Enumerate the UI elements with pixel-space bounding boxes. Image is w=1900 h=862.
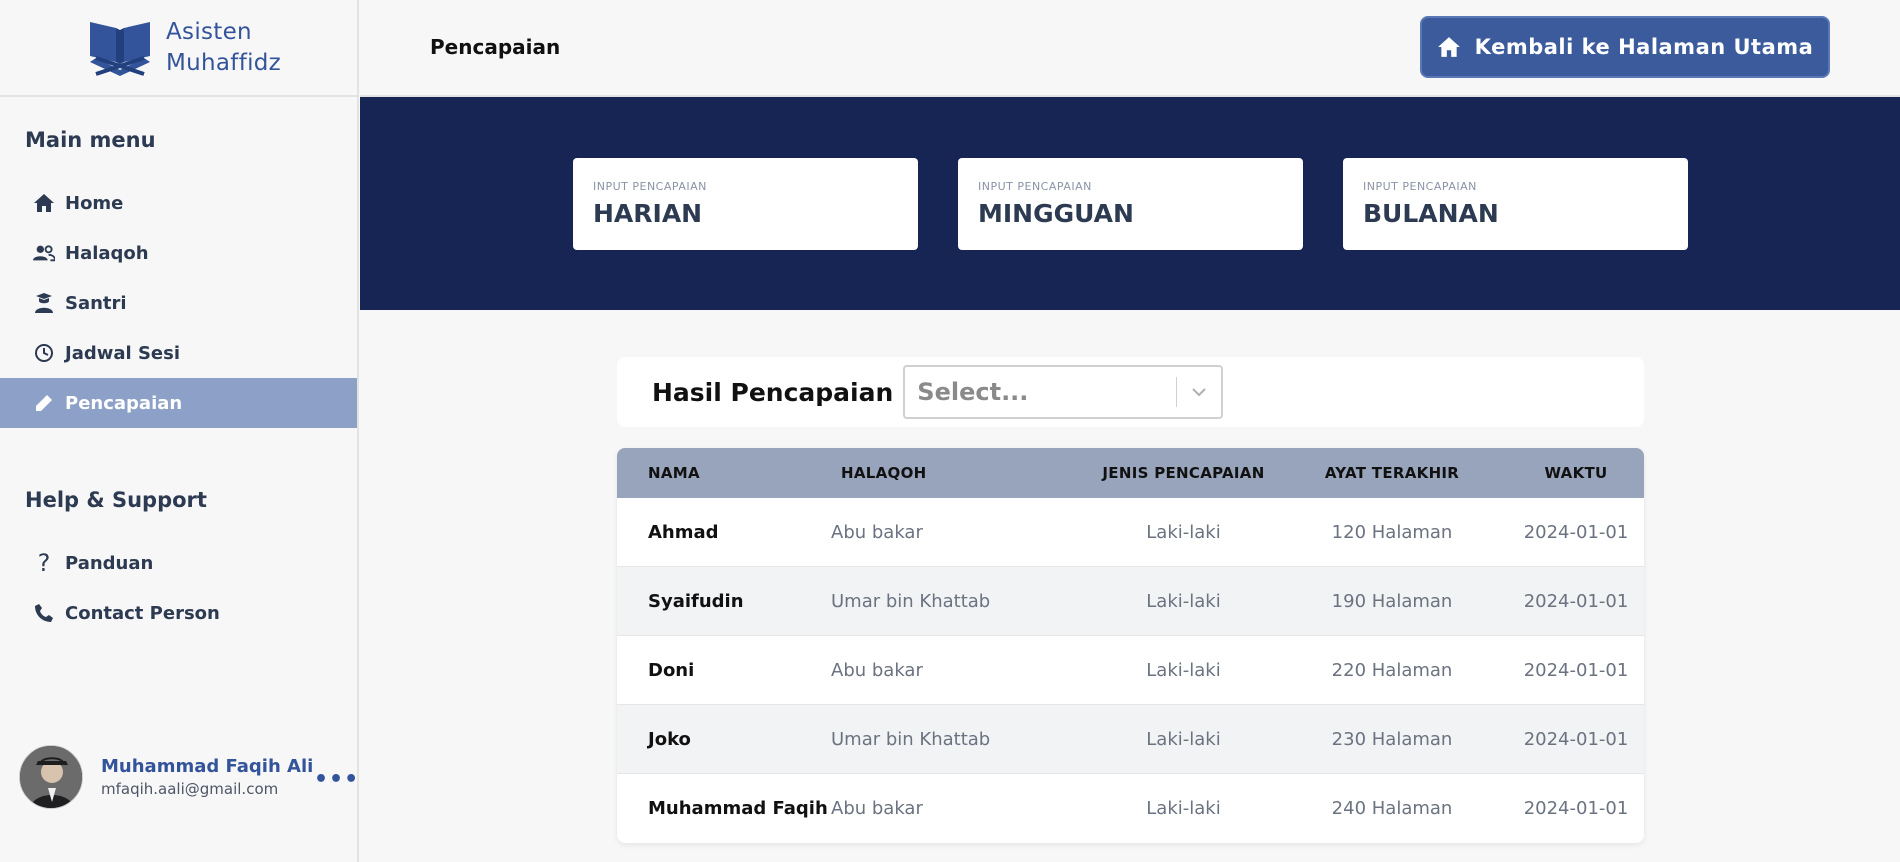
column-header-ayat[interactable]: AYAT TERAKHIR (1276, 464, 1508, 482)
cell-waktu: 2024-01-01 (1523, 798, 1629, 819)
app-name: Asisten Muhaffidz (166, 17, 281, 79)
card-title: HARIAN (593, 199, 703, 228)
sidebar: Asisten Muhaffidz Main menu Home Halaqoh… (0, 0, 359, 862)
chevron-down-icon[interactable] (1177, 387, 1221, 397)
help-support-heading: Help & Support (25, 488, 207, 512)
card-mingguan[interactable]: INPUT PENCAPAIAN MINGGUAN (958, 158, 1303, 250)
sidebar-item-home[interactable]: Home (0, 178, 357, 228)
cell-ayat: 240 Halaman (1331, 798, 1453, 819)
column-header-waktu[interactable]: WAKTU (1508, 464, 1644, 482)
clock-icon (33, 342, 55, 364)
sidebar-item-label: Contact Person (65, 602, 220, 624)
sidebar-item-contact-person[interactable]: Contact Person (0, 588, 357, 638)
app-name-line1: Asisten (166, 18, 252, 45)
cell-nama: Muhammad Faqih Ali (648, 798, 831, 819)
cell-waktu: 2024-01-01 (1523, 659, 1629, 681)
help-menu: ? Panduan Contact Person (0, 538, 357, 638)
results-label: Hasil Pencapaian (652, 377, 894, 407)
cell-ayat: 120 Halaman (1331, 521, 1453, 543)
home-icon (33, 192, 55, 214)
card-subtitle: INPUT PENCAPAIAN (593, 180, 707, 193)
sidebar-item-santri[interactable]: Santri (0, 278, 357, 328)
cell-jenis: Laki-laki (1146, 728, 1221, 750)
cell-halaqoh: Abu bakar (831, 798, 923, 819)
sidebar-item-label: Home (65, 192, 124, 214)
back-to-home-label: Kembali ke Halaman Utama (1474, 35, 1814, 59)
table-row[interactable]: Ahmad Abu bakar Laki-laki 120 Halaman 20… (617, 498, 1644, 567)
table-row[interactable]: Syaifudin Umar bin Khattab Laki-laki 190… (617, 567, 1644, 636)
cell-halaqoh: Abu bakar (831, 659, 923, 681)
cell-nama: Doni (648, 659, 695, 681)
user-name: Muhammad Faqih Ali (101, 756, 314, 777)
cell-jenis: Laki-laki (1146, 590, 1221, 612)
sidebar-item-label: Halaqoh (65, 242, 149, 264)
users-icon (33, 242, 55, 264)
cell-nama: Ahmad (648, 521, 719, 543)
sidebar-item-pencapaian[interactable]: Pencapaian (0, 378, 357, 428)
cell-jenis: Laki-laki (1146, 521, 1221, 543)
cell-nama: Syaifudin (648, 590, 744, 612)
table-row[interactable]: Muhammad Faqih Ali Abu bakar Laki-laki 2… (617, 774, 1644, 843)
sidebar-item-label: Santri (65, 292, 127, 314)
sidebar-item-jadwal-sesi[interactable]: Jadwal Sesi (0, 328, 357, 378)
phone-icon (33, 602, 55, 624)
results-filter-bar: Hasil Pencapaian Select... (617, 357, 1644, 427)
back-to-home-button[interactable]: Kembali ke Halaman Utama (1420, 16, 1830, 78)
results-table: NAMA HALAQOH JENIS PENCAPAIAN AYAT TERAK… (617, 448, 1644, 843)
sidebar-item-label: Panduan (65, 552, 154, 574)
card-subtitle: INPUT PENCAPAIAN (1363, 180, 1477, 193)
top-bar: Pencapaian Kembali ke Halaman Utama (360, 0, 1900, 97)
student-icon (33, 292, 55, 314)
user-profile[interactable]: Muhammad Faqih Ali mfaqih.aali@gmail.com… (19, 745, 358, 809)
cell-ayat: 190 Halaman (1331, 590, 1453, 612)
column-header-nama[interactable]: NAMA (617, 464, 831, 482)
cell-ayat: 220 Halaman (1331, 659, 1453, 681)
card-harian[interactable]: INPUT PENCAPAIAN HARIAN (573, 158, 918, 250)
more-options-icon[interactable]: ••• (314, 767, 359, 792)
sidebar-item-label: Jadwal Sesi (65, 342, 180, 364)
app-name-line2: Muhaffidz (166, 49, 282, 76)
table-header: NAMA HALAQOH JENIS PENCAPAIAN AYAT TERAK… (617, 448, 1644, 498)
main-menu-heading: Main menu (25, 128, 156, 152)
cell-waktu: 2024-01-01 (1523, 521, 1629, 543)
input-hero: INPUT PENCAPAIAN HARIAN INPUT PENCAPAIAN… (360, 97, 1900, 310)
select-placeholder: Select... (917, 378, 1029, 406)
quran-logo-icon (90, 21, 150, 76)
avatar (19, 745, 83, 809)
cell-waktu: 2024-01-01 (1523, 728, 1629, 750)
table-row[interactable]: Doni Abu bakar Laki-laki 220 Halaman 202… (617, 636, 1644, 705)
cell-jenis: Laki-laki (1146, 659, 1221, 681)
pencil-icon (33, 392, 55, 414)
column-header-jenis[interactable]: JENIS PENCAPAIAN (1091, 464, 1276, 482)
user-info: Muhammad Faqih Ali mfaqih.aali@gmail.com (101, 756, 313, 798)
cell-nama: Joko (648, 728, 691, 750)
column-header-halaqoh[interactable]: HALAQOH (831, 464, 1091, 482)
cell-waktu: 2024-01-01 (1523, 590, 1629, 612)
cell-halaqoh: Umar bin Khattab (831, 590, 991, 612)
sidebar-item-halaqoh[interactable]: Halaqoh (0, 228, 357, 278)
results-select[interactable]: Select... (903, 365, 1224, 419)
cell-halaqoh: Umar bin Khattab (831, 728, 991, 750)
page-title: Pencapaian (430, 35, 561, 59)
card-title: BULANAN (1363, 199, 1499, 228)
card-title: MINGGUAN (978, 199, 1134, 228)
question-icon: ? (37, 549, 51, 577)
user-email: mfaqih.aali@gmail.com (101, 780, 279, 798)
cell-ayat: 230 Halaman (1331, 728, 1453, 750)
main-menu: Home Halaqoh Santri Jadwal Sesi Pencapai… (0, 178, 357, 428)
table-row[interactable]: Joko Umar bin Khattab Laki-laki 230 Hala… (617, 705, 1644, 774)
cell-jenis: Laki-laki (1146, 798, 1221, 819)
cell-halaqoh: Abu bakar (831, 521, 923, 543)
brand[interactable]: Asisten Muhaffidz (0, 0, 357, 97)
home-icon (1437, 37, 1460, 57)
sidebar-item-label: Pencapaian (65, 392, 183, 414)
card-subtitle: INPUT PENCAPAIAN (978, 180, 1092, 193)
sidebar-item-panduan[interactable]: ? Panduan (0, 538, 357, 588)
card-bulanan[interactable]: INPUT PENCAPAIAN BULANAN (1343, 158, 1688, 250)
